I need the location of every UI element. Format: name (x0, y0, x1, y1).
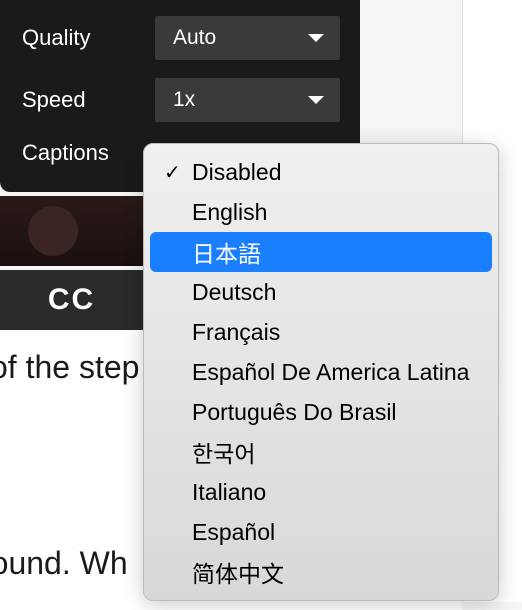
captions-label: Captions (22, 140, 109, 166)
quality-select[interactable]: Auto (155, 16, 340, 60)
captions-option[interactable]: Español De America Latina (150, 352, 492, 392)
page-text-fragment: of the step (0, 349, 139, 386)
speed-select[interactable]: 1x (155, 78, 340, 122)
captions-option-label: Español De America Latina (192, 359, 482, 386)
page-text-fragment: round. Wh (0, 545, 128, 582)
captions-option[interactable]: Português Do Brasil (150, 392, 492, 432)
quality-label: Quality (22, 25, 90, 51)
captions-option-label: Italiano (192, 479, 482, 506)
video-thumbnail (0, 196, 143, 266)
cc-badge: CC (48, 283, 95, 317)
captions-option[interactable]: ✓Disabled (150, 152, 492, 192)
captions-option-label: Deutsch (192, 279, 482, 306)
speed-label: Speed (22, 87, 86, 113)
quality-value: Auto (173, 26, 216, 50)
captions-option-label: 日本語 (192, 235, 482, 269)
closed-captions-bar[interactable]: CC (0, 270, 143, 330)
captions-option[interactable]: Italiano (150, 472, 492, 512)
captions-option-label: Português Do Brasil (192, 399, 482, 426)
captions-option[interactable]: Français (150, 312, 492, 352)
captions-option-label: 한국어 (192, 435, 482, 469)
captions-option[interactable]: 日本語 (150, 232, 492, 272)
captions-option[interactable]: 简体中文 (150, 552, 492, 592)
check-icon: ✓ (164, 160, 192, 185)
captions-option-label: 简体中文 (192, 555, 482, 589)
speed-value: 1x (173, 88, 195, 112)
captions-option[interactable]: English (150, 192, 492, 232)
quality-row: Quality Auto (22, 16, 340, 60)
captions-option-label: English (192, 199, 482, 226)
chevron-down-icon (308, 34, 324, 42)
captions-option[interactable]: 한국어 (150, 432, 492, 472)
captions-option-label: Español (192, 519, 482, 546)
chevron-down-icon (308, 96, 324, 104)
captions-option-label: Français (192, 319, 482, 346)
captions-dropdown-menu: ✓Disabled English 日本語 Deutsch Français Españo… (143, 143, 499, 601)
captions-option[interactable]: Español (150, 512, 492, 552)
captions-option-label: Disabled (192, 159, 482, 186)
speed-row: Speed 1x (22, 78, 340, 122)
captions-option[interactable]: Deutsch (150, 272, 492, 312)
